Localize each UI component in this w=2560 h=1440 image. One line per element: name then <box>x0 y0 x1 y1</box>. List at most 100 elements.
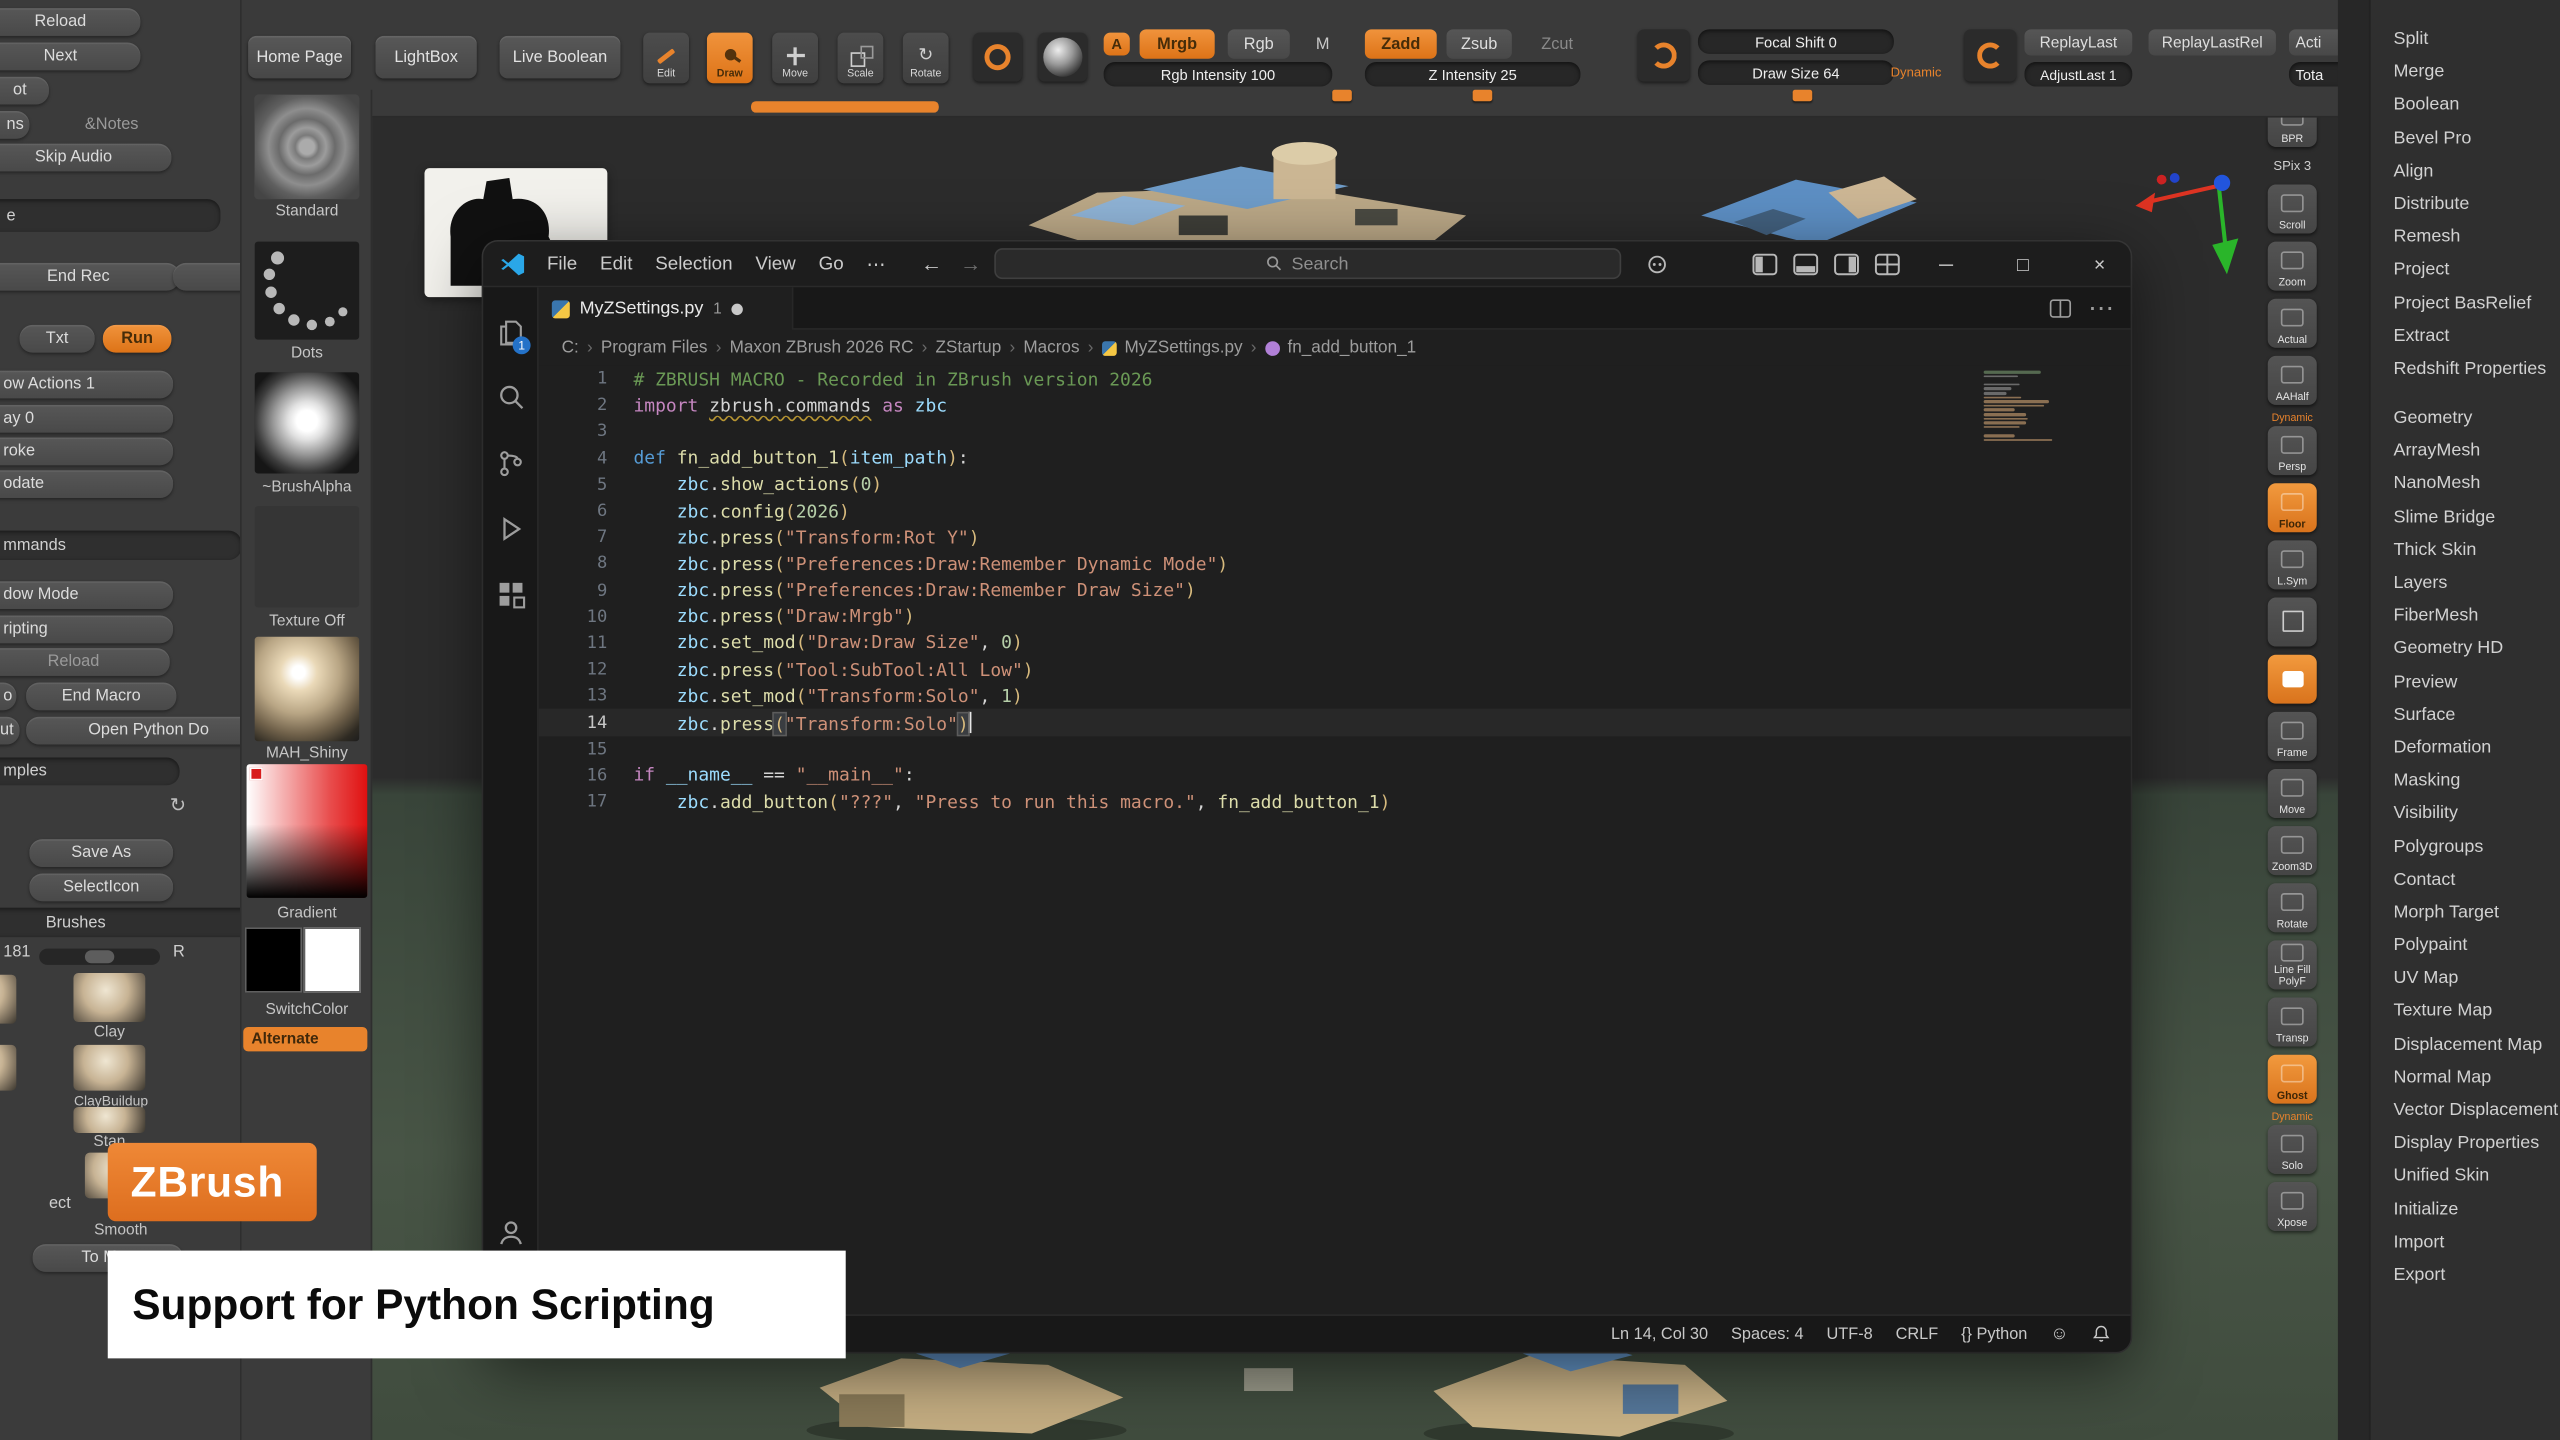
show-actions-slider[interactable]: ow Actions 1 <box>0 371 173 399</box>
code-line-7[interactable]: 7 zbc.press("Transform:Rot Y") <box>539 524 2131 550</box>
menu-item-layers[interactable]: Layers <box>2338 567 2560 600</box>
next-button[interactable]: Next <box>0 42 140 70</box>
cut-button-ot[interactable]: ot <box>0 77 49 105</box>
save-as-button[interactable]: Save As <box>29 839 173 867</box>
menu-item-initialize[interactable]: Initialize <box>2338 1193 2560 1226</box>
zsub-button[interactable]: Zsub <box>1447 29 1512 58</box>
shelf-button-zoom[interactable]: Zoom <box>2268 242 2317 291</box>
stroke-item[interactable]: roke <box>0 438 173 466</box>
z-intensity-slider[interactable]: Z Intensity 25 <box>1365 62 1581 86</box>
code-line-14[interactable]: 14 zbc.press("Transform:Solo") <box>539 709 2131 735</box>
shelf-button-scroll[interactable]: Scroll <box>2268 184 2317 233</box>
customize-layout-icon[interactable] <box>1874 253 1900 276</box>
menu-item-merge[interactable]: Merge <box>2338 56 2560 89</box>
replay-last-rel-button[interactable]: ReplayLastRel <box>2149 29 2276 55</box>
stroke-dots-thumb[interactable] <box>255 242 359 340</box>
cut-field-e[interactable]: e <box>0 199 220 232</box>
back-button[interactable]: ← <box>921 251 942 275</box>
menu-item-contact[interactable]: Contact <box>2338 863 2560 896</box>
live-boolean-button[interactable]: Live Boolean <box>500 36 621 78</box>
menu-item-surface[interactable]: Surface <box>2338 698 2560 731</box>
menu-item-geometry[interactable]: Geometry <box>2338 402 2560 435</box>
code-line-2[interactable]: 2import zbrush.commands as zbc <box>539 392 2131 418</box>
brush-size-slider[interactable] <box>39 949 160 965</box>
alpha-thumb[interactable] <box>255 372 359 473</box>
zcut-button[interactable]: Zcut <box>1541 36 1573 54</box>
breadcrumb-item-zstartup[interactable]: ZStartup <box>936 338 1002 358</box>
shelf-button-persp[interactable]: Persp <box>2268 426 2317 475</box>
menu-item-redshift-properties[interactable]: Redshift Properties <box>2338 352 2560 385</box>
menu-item-polygroups[interactable]: Polygroups <box>2338 830 2560 863</box>
rgb-button[interactable]: Rgb <box>1228 29 1290 58</box>
slider-thumb[interactable] <box>85 950 114 963</box>
breadcrumb-item-maxon-zbrush-2026-rc[interactable]: Maxon ZBrush 2026 RC <box>730 338 914 358</box>
code-line-8[interactable]: 8 zbc.press("Preferences:Draw:Remember D… <box>539 551 2131 577</box>
select-icon-button[interactable]: SelectIcon <box>29 873 173 901</box>
status-eol[interactable]: CRLF <box>1896 1325 1939 1343</box>
forward-button[interactable]: → <box>960 251 981 275</box>
zadd-button[interactable]: Zadd <box>1365 29 1437 58</box>
delay-slider[interactable]: ay 0 <box>0 405 173 433</box>
minimap[interactable] <box>1984 371 2056 441</box>
split-editor-icon[interactable] <box>2049 299 2072 319</box>
shelf-item-spix-3[interactable]: SPix 3 <box>2273 155 2311 176</box>
texture-thumb[interactable] <box>255 506 359 607</box>
reload-button[interactable]: Reload <box>0 8 140 36</box>
close-button[interactable]: × <box>2069 253 2131 276</box>
toggle-secondary-sidebar-icon[interactable] <box>1833 253 1859 276</box>
notifications-icon[interactable] <box>2091 1324 2111 1344</box>
code-line-15[interactable]: 15 <box>539 736 2131 762</box>
cut-button-o[interactable]: o <box>0 682 16 710</box>
brush-thumb-partial-2[interactable] <box>0 1045 16 1091</box>
draw-size-handle[interactable] <box>1793 90 1813 101</box>
menu-item-remesh[interactable]: Remesh <box>2338 221 2560 254</box>
menu-item-geometry-hd[interactable]: Geometry HD <box>2338 632 2560 665</box>
shelf-button-transp[interactable]: Transp <box>2268 998 2317 1047</box>
color-selector-icon[interactable] <box>250 767 263 780</box>
shelf-button-actual[interactable]: Actual <box>2268 299 2317 348</box>
z-intensity-handle[interactable] <box>1473 90 1493 101</box>
replay-button[interactable] <box>1964 29 2016 81</box>
tota-slider[interactable]: Tota <box>2289 62 2338 86</box>
skip-audio-button[interactable]: Skip Audio <box>0 144 171 172</box>
shelf-button-zoom3d[interactable]: Zoom3D <box>2268 826 2317 875</box>
home-page-button[interactable]: Home Page <box>248 36 351 78</box>
r-toggle[interactable]: R <box>173 944 185 962</box>
shelf-button-move[interactable]: Move <box>2268 769 2317 818</box>
refresh-icon[interactable]: ↻ <box>170 793 186 816</box>
cut-button-record[interactable] <box>173 263 242 291</box>
code-line-9[interactable]: 9 zbc.press("Preferences:Draw:Remember D… <box>539 577 2131 603</box>
scale-button[interactable]: Scale <box>838 33 884 84</box>
menu-item-uv-map[interactable]: UV Map <box>2338 962 2560 995</box>
rgb-intensity-handle[interactable] <box>1332 90 1352 101</box>
menu-item-extract[interactable]: Extract <box>2338 319 2560 352</box>
cut-button-ns[interactable]: ns <box>0 111 29 139</box>
breadcrumb-item-fn-add-button-1[interactable]: fn_add_button_1 <box>1287 338 1416 358</box>
status-indentation[interactable]: Spaces: 4 <box>1731 1325 1804 1343</box>
code-line-16[interactable]: 16if __name__ == "__main__": <box>539 762 2131 788</box>
notes-label[interactable]: &Notes <box>85 116 139 134</box>
color-picker[interactable] <box>247 764 368 898</box>
code-line-4[interactable]: 4def fn_add_button_1(item_path): <box>539 445 2131 471</box>
brush-thumb-claybuildup[interactable] <box>73 1045 145 1091</box>
draw-size-indicator-bar[interactable] <box>751 101 939 112</box>
menu-item-polypaint[interactable]: Polypaint <box>2338 929 2560 962</box>
menu-item-align[interactable]: Align <box>2338 155 2560 188</box>
menu-item-distribute[interactable]: Distribute <box>2338 188 2560 221</box>
material-thumb[interactable] <box>255 637 359 741</box>
dynamic-toggle[interactable]: Dynamic <box>1891 65 1942 80</box>
menu-item-normal-map[interactable]: Normal Map <box>2338 1061 2560 1094</box>
move-button[interactable]: Move <box>772 33 818 84</box>
menu-item-split[interactable]: Split <box>2338 23 2560 56</box>
menu-item-visibility[interactable]: Visibility <box>2338 797 2560 830</box>
menu-go[interactable]: Go <box>807 250 855 279</box>
editor[interactable]: 1# ZBRUSH MACRO - Recorded in ZBrush ver… <box>539 366 2131 1315</box>
code-line-17[interactable]: 17 zbc.add_button("???", "Press to run t… <box>539 789 2131 815</box>
menu-item-arraymesh[interactable]: ArrayMesh <box>2338 435 2560 468</box>
menu-item-deformation[interactable]: Deformation <box>2338 731 2560 764</box>
window-mode-item[interactable]: dow Mode <box>0 581 173 609</box>
menu-item-thick-skin[interactable]: Thick Skin <box>2338 534 2560 567</box>
shelf-button-frame[interactable]: Frame <box>2268 712 2317 761</box>
draw-size-slider[interactable]: Draw Size 64 <box>1698 60 1894 84</box>
focal-shift-button[interactable] <box>1638 29 1690 81</box>
